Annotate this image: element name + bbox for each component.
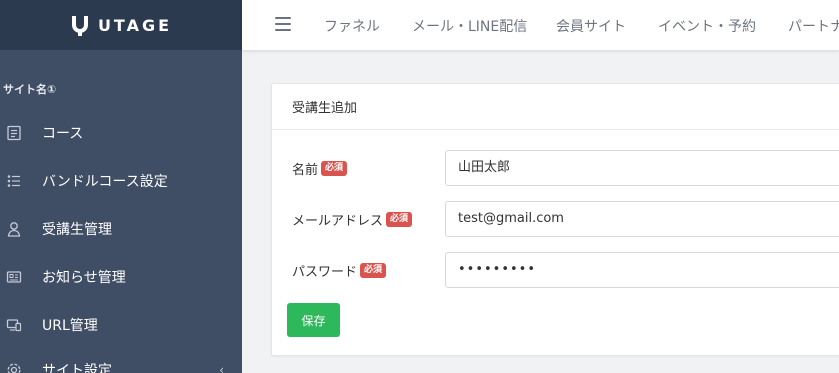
name-label: 名前 必須 (292, 159, 348, 178)
required-badge: 必須 (386, 212, 413, 227)
save-button[interactable]: 保存 (287, 303, 340, 337)
sidebar: UTAGE サイト名① コース バンドルコース設定 受講生管理 お知らせ管理 U… (0, 0, 242, 373)
password-field-row: パスワード 必須 ••••••••• (272, 252, 839, 288)
brand-logo[interactable]: UTAGE (0, 0, 242, 50)
name-input[interactable]: 山田太郎 (445, 150, 839, 186)
sidebar-item-label: お知らせ管理 (42, 270, 126, 286)
top-navigation-bar: ファネル メール・LINE配信 会員サイト イベント・予約 パートナー (242, 0, 839, 51)
topnav-item-partner[interactable]: パートナー (788, 0, 839, 51)
sidebar-item-students[interactable]: 受講生管理 (0, 209, 242, 249)
sidebar-item-site-settings[interactable]: サイト設定 ‹ (0, 350, 242, 373)
email-label: メールアドレス 必須 (292, 210, 413, 229)
topnav-item-mail-line[interactable]: メール・LINE配信 (412, 0, 527, 51)
site-name: サイト名① (3, 83, 57, 96)
gear-icon (5, 361, 23, 373)
add-student-card: 受講生追加 名前 必須 山田太郎 メールアドレス 必須 test@gmail.c… (271, 83, 839, 356)
sidebar-item-bundle-course[interactable]: バンドルコース設定 (0, 161, 242, 201)
required-badge: 必須 (360, 263, 387, 278)
document-icon (5, 124, 23, 142)
topnav-item-member-site[interactable]: 会員サイト (556, 0, 626, 51)
sidebar-item-label: コース (42, 126, 84, 142)
field-label: 名前 (292, 163, 319, 178)
email-field-row: メールアドレス 必須 test@gmail.com (272, 201, 839, 237)
password-label: パスワード 必須 (292, 261, 387, 280)
utage-logo-icon (71, 16, 88, 36)
sidebar-item-course[interactable]: コース (0, 113, 242, 153)
user-icon (5, 220, 23, 238)
sidebar-item-label: バンドルコース設定 (42, 174, 168, 190)
sidebar-item-label: サイト設定 (42, 363, 112, 373)
email-input[interactable]: test@gmail.com (445, 201, 839, 237)
name-field-row: 名前 必須 山田太郎 (272, 150, 839, 186)
newspaper-icon (5, 268, 23, 286)
brand-name: UTAGE (97, 15, 173, 35)
chevron-left-icon: ‹ (219, 363, 224, 373)
field-label: パスワード (292, 265, 358, 280)
required-badge: 必須 (321, 161, 348, 176)
topnav-item-event[interactable]: イベント・予約 (658, 0, 756, 51)
sidebar-item-label: URL管理 (42, 318, 98, 334)
devices-icon (5, 316, 23, 334)
sidebar-item-news[interactable]: お知らせ管理 (0, 257, 242, 297)
field-label: メールアドレス (292, 214, 384, 229)
sidebar-item-label: 受講生管理 (42, 222, 112, 238)
card-title: 受講生追加 (272, 84, 839, 130)
topnav-item-funnel[interactable]: ファネル (324, 0, 380, 51)
menu-toggle-icon[interactable] (275, 17, 291, 33)
sidebar-item-url[interactable]: URL管理 (0, 305, 242, 345)
list-icon (5, 172, 23, 190)
password-input[interactable]: ••••••••• (445, 252, 839, 288)
